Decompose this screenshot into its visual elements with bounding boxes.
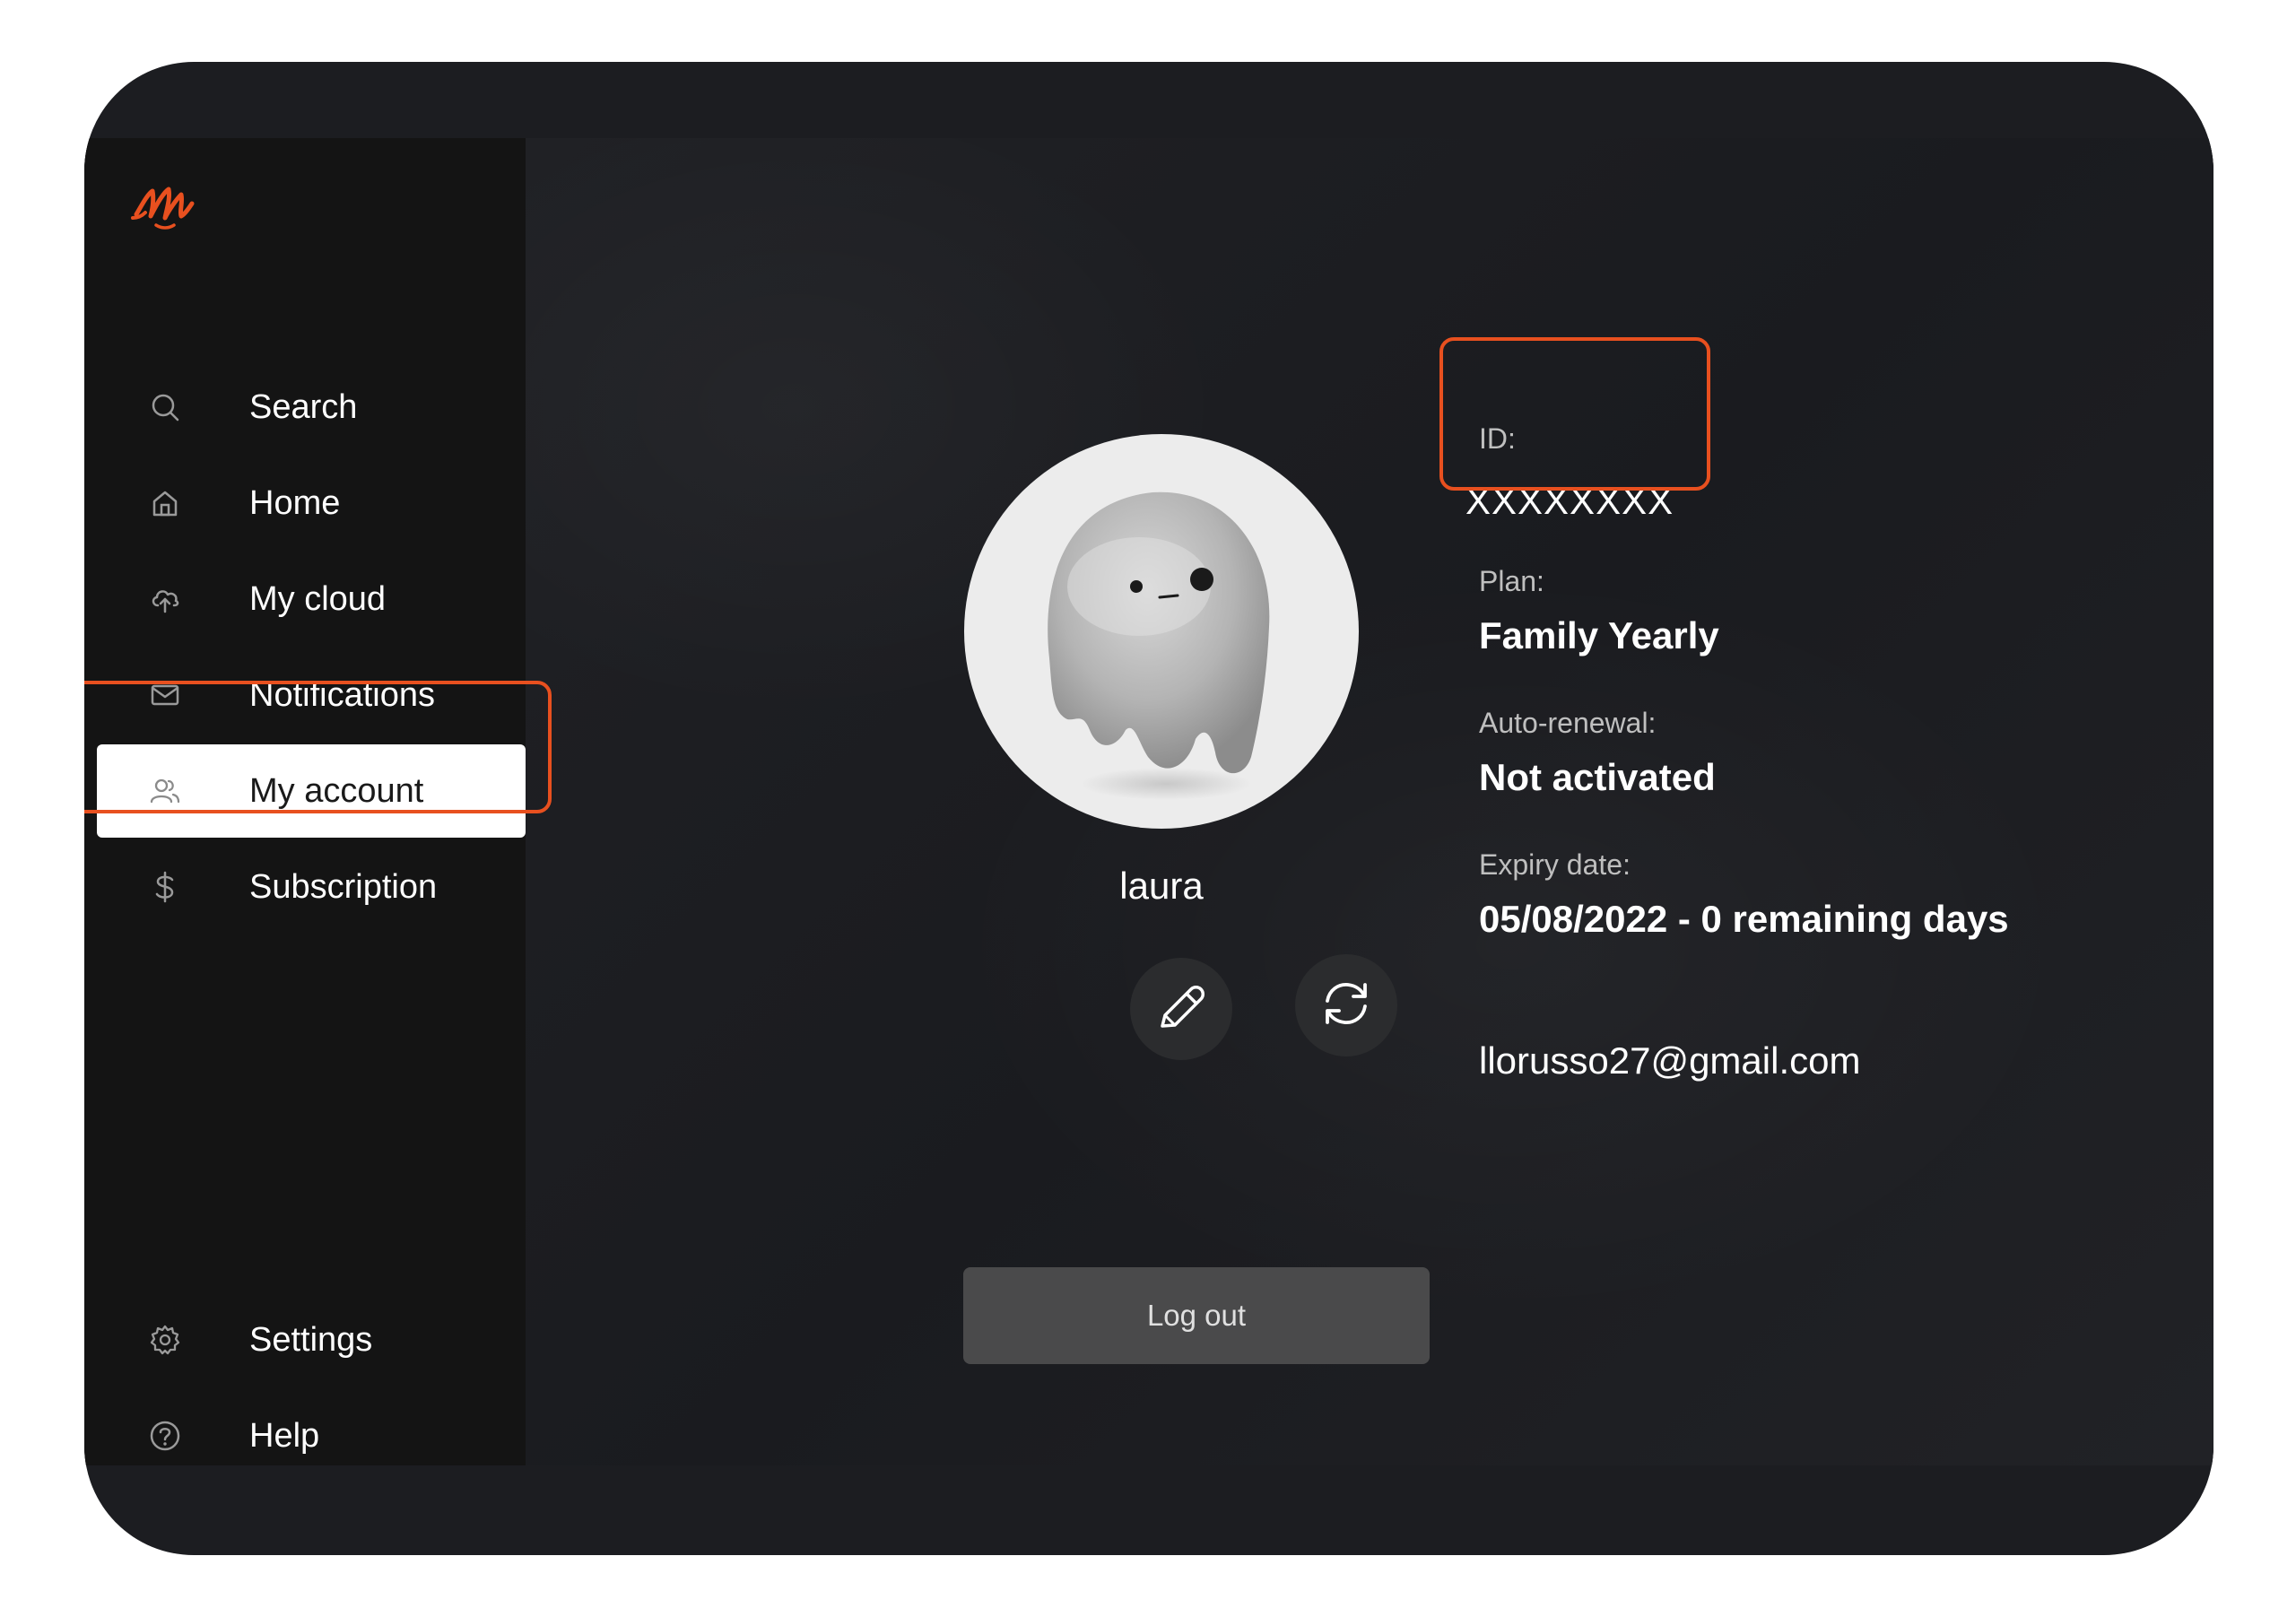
avatar <box>964 434 1359 829</box>
auto-renewal-value: Not activated <box>1479 756 1716 798</box>
sidebar-item-search[interactable]: Search <box>95 361 526 454</box>
home-icon <box>149 487 181 519</box>
dollar-icon <box>149 871 181 903</box>
sidebar-item-label: Settings <box>249 1320 373 1359</box>
auto-renewal-label: Auto-renewal: <box>1479 707 1657 739</box>
expiry-date-value: 05/08/2022 - 0 remaining days <box>1479 898 2009 940</box>
logout-button[interactable]: Log out <box>963 1267 1430 1364</box>
sidebar-item-label: My cloud <box>249 579 387 618</box>
sidebar-item-my-cloud[interactable]: My cloud <box>95 552 526 646</box>
sidebar-item-help[interactable]: Help <box>95 1389 526 1482</box>
cloud-upload-icon <box>149 583 181 615</box>
my-account-highlight <box>84 681 552 813</box>
expiry-date-label: Expiry date: <box>1479 848 1631 881</box>
sidebar-item-subscription[interactable]: Subscription <box>95 840 526 934</box>
m-script-logo-icon[interactable] <box>129 178 201 241</box>
sidebar-item-settings[interactable]: Settings <box>95 1293 526 1387</box>
edit-profile-button[interactable] <box>1130 958 1232 1060</box>
sidebar-item-home[interactable]: Home <box>95 456 526 550</box>
device-frame: Search Home My cloud Notifications My ac… <box>84 62 2213 1555</box>
search-icon <box>149 391 181 423</box>
plan-label: Plan: <box>1479 565 1544 597</box>
email-address: llorusso27@gmail.com <box>1479 1039 1861 1082</box>
sidebar-item-label: Help <box>249 1416 320 1455</box>
sidebar-item-label: Search <box>249 387 358 426</box>
refresh-avatar-button[interactable] <box>1295 954 1397 1056</box>
sidebar-item-label: Home <box>249 483 341 522</box>
id-highlight <box>1439 337 1710 491</box>
help-circle-icon <box>149 1420 181 1452</box>
username: laura <box>1119 865 1204 907</box>
main-content <box>526 138 2213 1465</box>
gear-icon <box>149 1324 181 1356</box>
refresh-icon <box>1317 974 1376 1038</box>
pencil-icon <box>1153 979 1209 1039</box>
plan-value: Family Yearly <box>1479 614 1719 656</box>
sidebar-item-label: Subscription <box>249 867 438 906</box>
